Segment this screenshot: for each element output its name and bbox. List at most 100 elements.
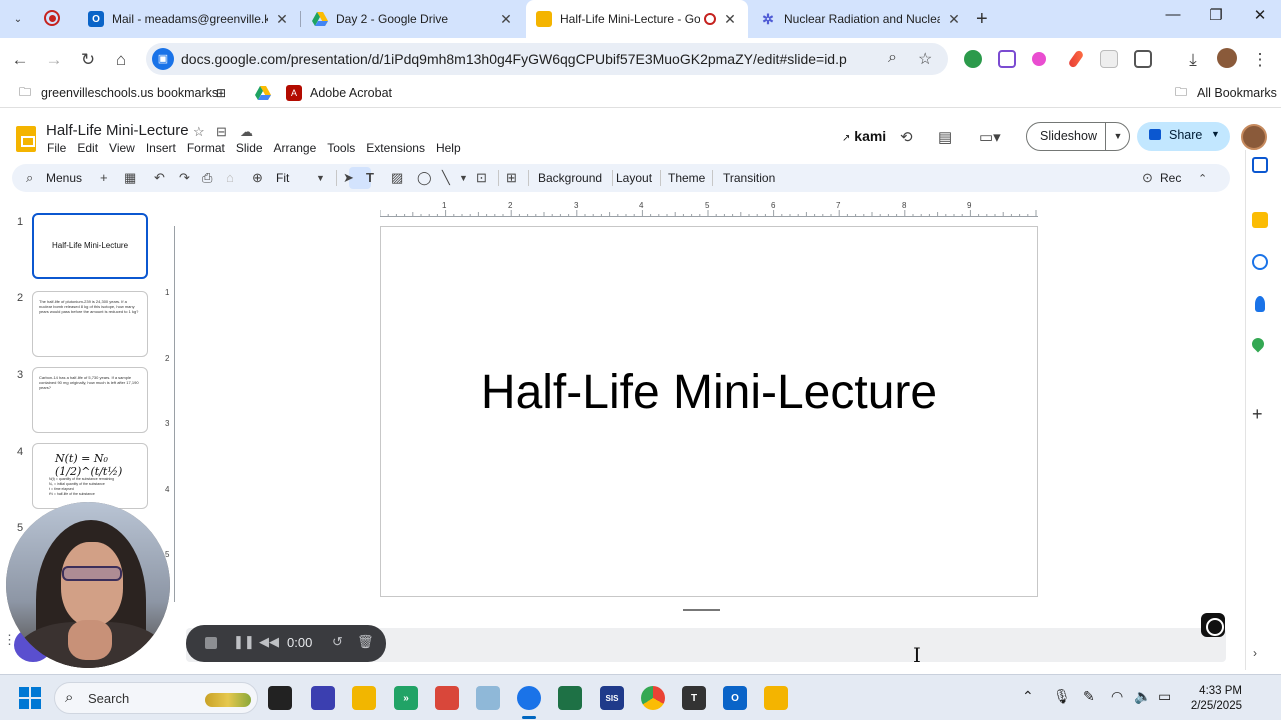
comments-icon[interactable]: ▤: [938, 128, 952, 146]
home-icon[interactable]: ⌂: [110, 49, 132, 71]
app-building-icon[interactable]: [311, 686, 335, 710]
new-slide-icon[interactable]: +: [100, 170, 108, 185]
menu-slide[interactable]: Slide: [236, 141, 263, 155]
close-tab-icon[interactable]: ✕: [274, 11, 290, 28]
slide-thumbnail-4[interactable]: N(t) = N₀ (1/2)^(t/t½) N(t) = quantity o…: [32, 443, 148, 509]
apps-grid[interactable]: ⊞: [213, 85, 237, 101]
bookmark-adobe-acrobat[interactable]: A Adobe Acrobat: [286, 85, 392, 101]
move-folder-icon[interactable]: ⊟: [216, 124, 227, 140]
extensions-puzzle-icon[interactable]: [1134, 50, 1152, 68]
slide-title-text[interactable]: Half-Life Mini-Lecture: [381, 365, 1037, 420]
address-bar[interactable]: ▣ docs.google.com/presentation/d/1iPdq9m…: [146, 43, 948, 75]
pause-icon[interactable]: ❚❚: [233, 634, 255, 650]
webcam-bubble[interactable]: [6, 502, 170, 668]
profile-avatar[interactable]: [1217, 48, 1237, 68]
bookmark-star-icon[interactable]: ☆: [918, 49, 932, 69]
restart-icon[interactable]: ↺: [332, 634, 343, 650]
menu-view[interactable]: View: [109, 141, 135, 155]
side-panel-slides-icon[interactable]: [1252, 157, 1268, 173]
slide-thumbnail-2[interactable]: The half-life of plutonium-239 is 24,300…: [32, 291, 148, 357]
tab-nuclear[interactable]: ✲ Nuclear Radiation and Nuclear ✕: [750, 0, 972, 38]
zoom-icon[interactable]: ⊕: [252, 170, 263, 186]
menu-edit[interactable]: Edit: [77, 141, 98, 155]
close-tab-icon[interactable]: ✕: [722, 11, 738, 28]
menu-arrange[interactable]: Arrange: [274, 141, 317, 155]
slide-thumbnail-1[interactable]: Half-Life Mini-Lecture: [32, 213, 148, 279]
document-title[interactable]: Half-Life Mini-Lecture: [46, 122, 189, 139]
rec-button[interactable]: Rec: [1160, 171, 1181, 185]
transition-button[interactable]: Transition: [723, 171, 775, 185]
slides-taskbar-icon[interactable]: [764, 686, 788, 710]
tasks-icon[interactable]: [1252, 254, 1268, 270]
shape-icon[interactable]: ◯: [417, 170, 432, 186]
app-t-icon[interactable]: T: [682, 686, 706, 710]
snipping-tool-icon[interactable]: [476, 686, 500, 710]
wifi-icon[interactable]: ◠: [1111, 688, 1123, 705]
windows-start-icon[interactable]: [19, 687, 41, 709]
horizontal-ruler[interactable]: 1 2 3 4 5 6 7 8 9: [380, 201, 1038, 217]
all-bookmarks[interactable]: 🗀 All Bookmarks: [1173, 85, 1277, 101]
stop-recording-icon[interactable]: [205, 637, 217, 649]
chrome-profile-icon[interactable]: [517, 686, 541, 710]
outlook-icon[interactable]: O: [723, 686, 747, 710]
share-button[interactable]: Share ▼: [1137, 122, 1230, 151]
url-text[interactable]: docs.google.com/presentation/d/1iPdq9mh8…: [181, 51, 847, 67]
add-comment-icon[interactable]: ⊞: [506, 170, 517, 186]
kami-floating-icon[interactable]: [1201, 613, 1225, 637]
menu-file[interactable]: File: [47, 141, 66, 155]
bookmark-drive[interactable]: [255, 85, 279, 101]
maps-icon[interactable]: [1249, 335, 1267, 353]
battery-icon[interactable]: ▭: [1158, 688, 1171, 705]
line-dropdown-icon[interactable]: ▼: [459, 173, 468, 183]
menu-help[interactable]: Help: [436, 141, 461, 155]
close-tab-icon[interactable]: ✕: [946, 11, 962, 28]
layout-button[interactable]: Layout: [616, 171, 652, 185]
menu-extensions[interactable]: Extensions: [366, 141, 425, 155]
sis-icon[interactable]: SIS: [600, 686, 624, 710]
account-avatar[interactable]: [1241, 124, 1267, 150]
image-icon[interactable]: ▨: [391, 170, 403, 186]
file-explorer-icon[interactable]: [352, 686, 376, 710]
excel-icon[interactable]: [558, 686, 582, 710]
tab-drive[interactable]: Day 2 - Google Drive ✕: [302, 0, 524, 38]
tab-slides[interactable]: Half-Life Mini-Lecture - Goo ✕: [526, 0, 748, 38]
menu-format[interactable]: Format: [187, 141, 225, 155]
cloud-saved-icon[interactable]: ☁: [240, 124, 253, 140]
get-addons-icon[interactable]: +: [1252, 404, 1268, 424]
insert-special-icon[interactable]: ⊡: [476, 170, 487, 186]
zoom-select[interactable]: Fit: [276, 171, 289, 185]
menu-tools[interactable]: Tools: [327, 141, 355, 155]
back-icon[interactable]: ←: [9, 49, 31, 71]
collapse-toolbar-icon[interactable]: ⌃: [1198, 172, 1207, 185]
show-hidden-icons-icon[interactable]: ⌃: [1022, 688, 1034, 705]
browser-menu-icon[interactable]: ⋮: [1249, 49, 1271, 71]
slideshow-button[interactable]: Slideshow ▼: [1026, 122, 1130, 151]
restore-icon[interactable]: ❐: [1204, 6, 1228, 24]
slide-thumbnail-3[interactable]: Carbon-14 has a half-life of 5,730 years…: [32, 367, 148, 433]
download-icon[interactable]: ⤓: [1182, 49, 1204, 71]
reload-icon[interactable]: ↻: [77, 49, 99, 71]
speaker-notes-handle[interactable]: [683, 609, 720, 611]
keep-icon[interactable]: [1252, 212, 1268, 228]
system-clock[interactable]: 4:33 PM 2/25/2025: [1186, 684, 1242, 714]
minimize-icon[interactable]: —: [1161, 6, 1185, 23]
undo-icon[interactable]: ↶: [154, 170, 165, 186]
star-icon[interactable]: ☆: [193, 124, 205, 140]
redo-icon[interactable]: ↷: [179, 170, 190, 186]
extension-pen-icon[interactable]: [1067, 49, 1085, 69]
share-dropdown-icon[interactable]: ▼: [1211, 129, 1220, 139]
close-tab-icon[interactable]: ✕: [498, 11, 514, 28]
pen-icon[interactable]: ✎: [1083, 688, 1095, 705]
rewind-icon[interactable]: ◀◀: [259, 634, 279, 650]
task-view-icon[interactable]: [268, 686, 292, 710]
extension-grammarly-icon[interactable]: [964, 50, 982, 68]
app-green-icon[interactable]: »: [394, 686, 418, 710]
background-button[interactable]: Background: [538, 171, 602, 185]
zoom-dropdown-icon[interactable]: ▼: [316, 173, 325, 183]
tab-search-icon[interactable]: ⌄: [6, 8, 30, 30]
meet-icon[interactable]: ▭▾: [979, 128, 1001, 146]
slideshow-dropdown-icon[interactable]: ▼: [1105, 123, 1130, 150]
tab-mail[interactable]: O Mail - meadams@greenville.k1 ✕: [78, 0, 300, 38]
bookmark-folder-greenville[interactable]: 🗀 greenvilleschools.us bookmarks: [17, 85, 218, 101]
microphone-icon[interactable]: 🎙: [1053, 688, 1071, 705]
